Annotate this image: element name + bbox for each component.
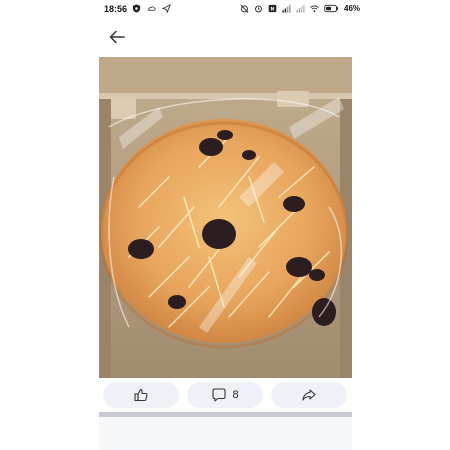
comments-area — [99, 417, 352, 450]
comment-count: 8 — [232, 389, 239, 401]
wifi-icon — [310, 5, 319, 13]
thumbs-up-icon — [134, 388, 148, 402]
cloud-icon — [147, 6, 156, 11]
nfc-icon: N — [268, 4, 277, 12]
send-icon — [162, 4, 171, 13]
back-button[interactable] — [106, 28, 128, 46]
status-time: 18:56 — [104, 4, 128, 14]
battery-icon — [324, 4, 339, 13]
shield-icon — [132, 4, 141, 13]
status-bar: 18:56 N 46% — [0, 0, 450, 20]
signal-icon — [296, 4, 305, 13]
screen: 18:56 N 46% 8 — [0, 0, 450, 450]
like-button[interactable] — [103, 382, 179, 408]
svg-text:N: N — [271, 6, 275, 12]
share-icon — [302, 389, 316, 401]
alarm-icon — [255, 5, 262, 13]
bread-photo — [99, 57, 352, 378]
signal-icon — [282, 4, 291, 13]
arrow-left-icon — [109, 30, 125, 44]
battery-percent: 46% — [344, 4, 361, 13]
action-bar: 8 — [99, 380, 352, 410]
comment-button[interactable]: 8 — [187, 382, 263, 408]
status-right-icons: N 46% — [240, 4, 360, 13]
comment-icon — [212, 388, 226, 402]
alarm-off-icon — [240, 4, 249, 13]
share-button[interactable] — [271, 382, 347, 408]
post-photo[interactable] — [99, 57, 352, 378]
status-left-icons — [132, 4, 171, 13]
